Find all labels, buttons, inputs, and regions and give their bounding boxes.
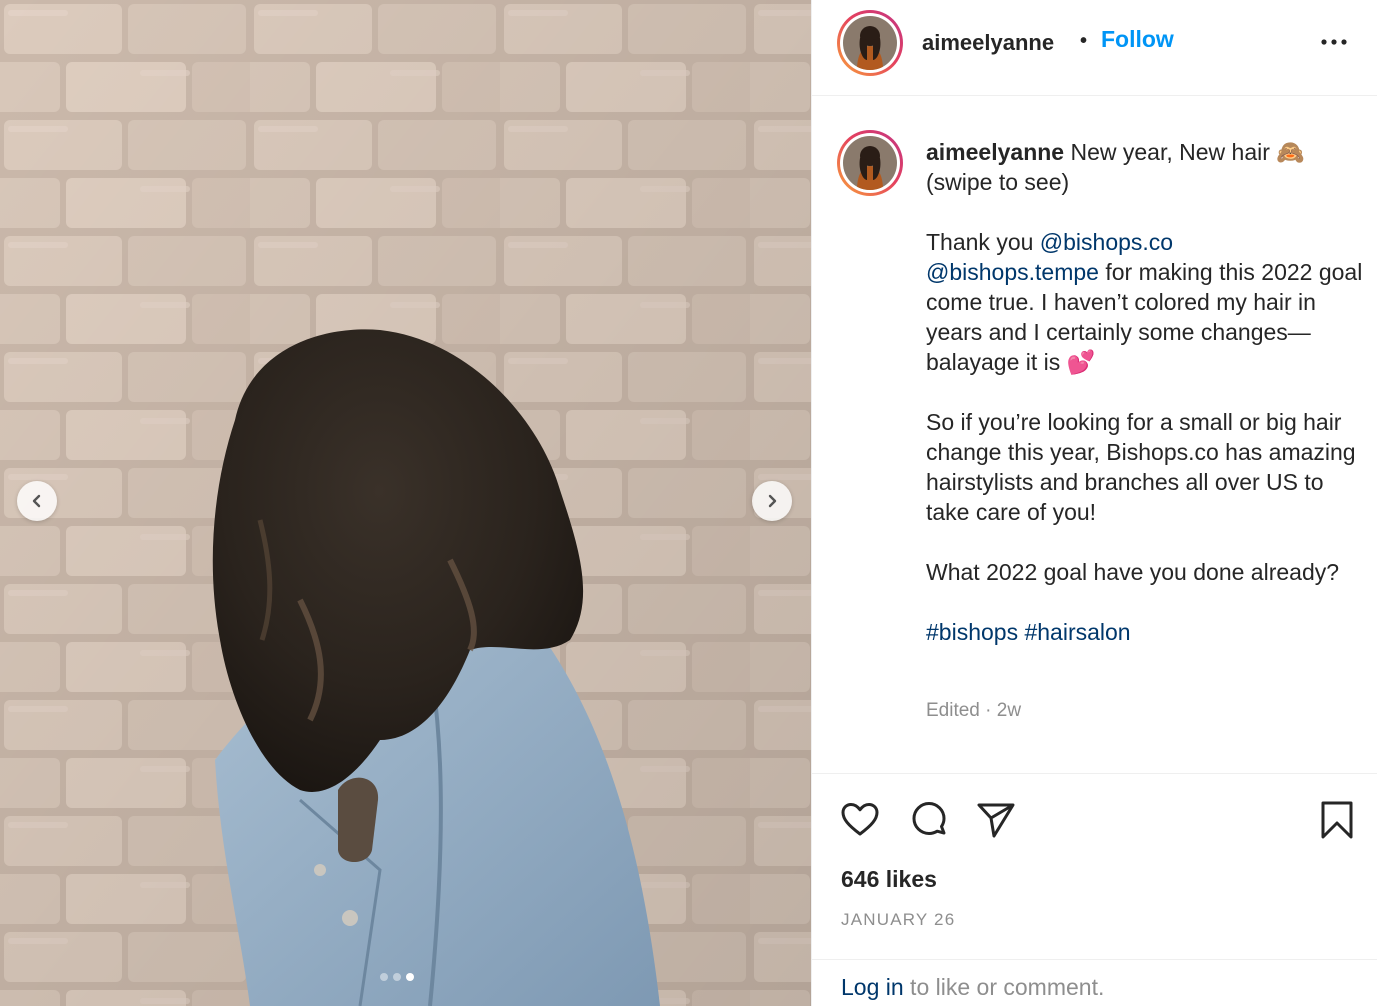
previous-photo-button[interactable] — [17, 481, 57, 521]
next-photo-button[interactable] — [752, 481, 792, 521]
likes-count[interactable]: 646 likes — [841, 866, 937, 893]
login-prompt: Log in to like or comment. — [812, 959, 1377, 1006]
photo-woman-brick-wall — [0, 0, 811, 1006]
caption-avatar[interactable] — [837, 130, 903, 196]
follow-button[interactable]: Follow — [1101, 26, 1174, 53]
post-date: JANUARY 26 — [841, 910, 956, 929]
caption-username[interactable]: aimeelyanne — [926, 139, 1064, 165]
chevron-right-icon — [768, 494, 777, 508]
login-link[interactable]: Log in — [841, 974, 904, 1000]
hashtag-link[interactable]: #hairsalon — [1024, 619, 1130, 645]
mention-link[interactable]: @bishops.tempe — [926, 259, 1099, 285]
edited-timestamp: Edited · 2w — [926, 700, 1022, 721]
separator-dot: • — [1080, 30, 1088, 52]
caption-paragraph: So if you’re looking for a small or big … — [926, 409, 1356, 525]
bookmark-icon[interactable] — [1315, 798, 1359, 842]
action-bar: 646 likes JANUARY 26 Log in to like or c… — [812, 773, 1377, 1006]
caption-text: Thank you — [926, 229, 1040, 255]
comment-icon[interactable] — [907, 798, 951, 842]
mention-link[interactable]: @bishops.co — [1040, 229, 1173, 255]
carousel-dot — [380, 973, 388, 981]
header-avatar[interactable] — [837, 10, 903, 76]
carousel-dot — [393, 973, 401, 981]
avatar-photo — [843, 16, 897, 70]
carousel-dot-active — [406, 973, 414, 981]
post-side-panel: aimeelyanne • Follow aimeelyanne New yea… — [811, 0, 1377, 1006]
post-container: aimeelyanne • Follow aimeelyanne New yea… — [0, 0, 1377, 1006]
caption-line: (swipe to see) — [926, 169, 1070, 195]
login-rest: to like or comment. — [903, 974, 1105, 1000]
post-caption: aimeelyanne New year, New hair 🙈 (swipe … — [926, 137, 1366, 647]
chevron-left-icon — [32, 494, 41, 508]
caption-line: New year, New hair 🙈 — [1070, 139, 1305, 165]
more-options-icon[interactable] — [1318, 32, 1350, 52]
avatar-photo — [843, 136, 897, 190]
hashtag-link[interactable]: #bishops — [926, 619, 1018, 645]
post-header: aimeelyanne • Follow — [812, 0, 1377, 96]
post-photo[interactable] — [0, 0, 811, 1006]
carousel-indicator — [380, 973, 414, 981]
login-text: Log in to like or comment. — [841, 974, 1104, 1001]
share-icon[interactable] — [974, 798, 1018, 842]
caption-paragraph: What 2022 goal have you done already? — [926, 559, 1340, 585]
header-username[interactable]: aimeelyanne — [922, 30, 1054, 56]
heart-icon[interactable] — [838, 798, 882, 842]
